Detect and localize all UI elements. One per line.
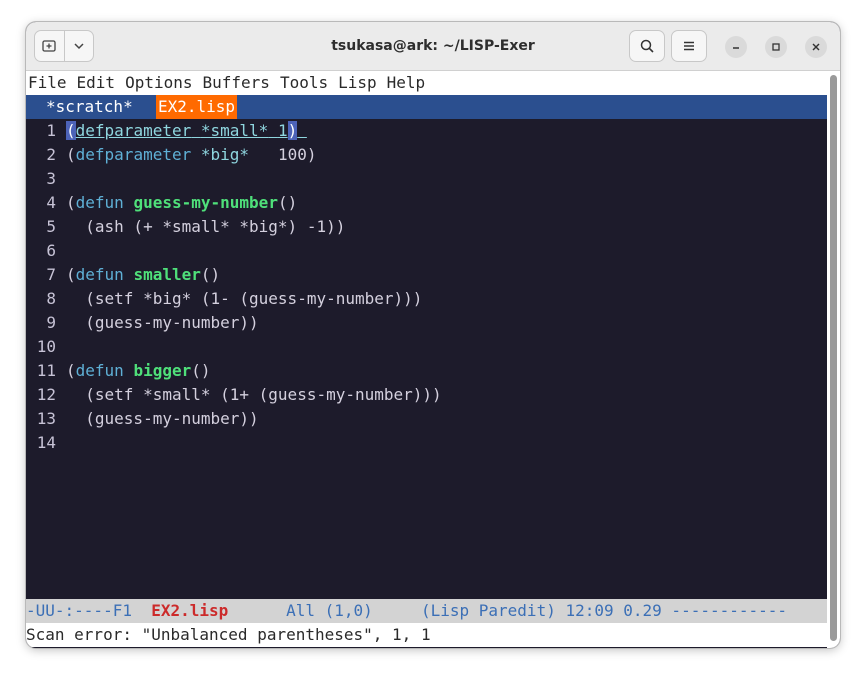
- line-number: 9: [46, 313, 56, 332]
- keyword: defparameter: [75, 121, 192, 140]
- line-number: 12: [36, 385, 56, 404]
- menu-file[interactable]: File: [26, 73, 77, 92]
- code-line: 10: [26, 335, 827, 359]
- mode-line-modes[interactable]: (Lisp Paredit) 12:09 0.29: [421, 601, 662, 620]
- keyword: defun: [75, 265, 124, 284]
- terminal-window: tsukasa@ark: ~/LISP-Exer File Edit Optio…: [26, 22, 840, 648]
- code-line: 3: [26, 167, 827, 191]
- tab-bar: *scratch* EX2.lisp: [26, 95, 827, 119]
- maximize-button[interactable]: [765, 36, 787, 58]
- code-editor[interactable]: 1 (defparameter *small* 1) 2 (defparameter…: [26, 119, 827, 455]
- line-number: 5: [46, 217, 56, 236]
- scrollbar[interactable]: [827, 71, 840, 648]
- code-line: 7 (defun smaller(): [26, 263, 827, 287]
- line-number: 2: [46, 145, 56, 164]
- emacs-frame: File Edit Options Buffers Tools Lisp Help *scr…: [26, 71, 827, 648]
- mode-line-position: All (1,0): [286, 601, 373, 620]
- close-button[interactable]: [805, 36, 827, 58]
- minimize-icon: [733, 47, 739, 49]
- line-number: 4: [46, 193, 56, 212]
- code-text: (setf *small* (1+ (guess-my-number))): [66, 385, 442, 404]
- search-button[interactable]: [629, 30, 665, 62]
- mode-line-status: -UU-:----F1: [26, 601, 152, 620]
- line-number: 7: [46, 265, 56, 284]
- number: 100: [277, 145, 307, 164]
- function-name: bigger: [133, 361, 192, 380]
- mode-line-buffer-name[interactable]: EX2.lisp: [151, 601, 228, 620]
- variable: *big*: [200, 145, 250, 164]
- code-line: 11 (defun bigger(): [26, 359, 827, 383]
- line-number: 13: [36, 409, 56, 428]
- code-line: 14: [26, 431, 827, 455]
- menu-lisp[interactable]: Lisp: [338, 73, 387, 92]
- menu-bar: File Edit Options Buffers Tools Lisp Help: [26, 71, 827, 95]
- window-title: tsukasa@ark: ~/LISP-Exer: [331, 38, 535, 54]
- keyword: defun: [75, 193, 124, 212]
- tab-scratch[interactable]: *scratch*: [46, 95, 133, 119]
- hamburger-icon: [684, 41, 694, 51]
- code-line: 5 (ash (+ *small* *big*) -1)): [26, 215, 827, 239]
- menu-buffers[interactable]: Buffers: [203, 73, 280, 92]
- search-icon: [640, 39, 654, 53]
- title-bar: tsukasa@ark: ~/LISP-Exer: [26, 22, 840, 71]
- code-text: (guess-my-number)): [66, 409, 259, 428]
- function-name: smaller: [133, 265, 201, 284]
- menu-edit[interactable]: Edit: [77, 73, 126, 92]
- menu-tools[interactable]: Tools: [280, 73, 338, 92]
- code-line: 9 (guess-my-number)): [26, 311, 827, 335]
- line-number: 10: [36, 337, 56, 356]
- menu-help[interactable]: Help: [387, 73, 436, 92]
- line-number: 6: [46, 241, 56, 260]
- hamburger-menu-button[interactable]: [671, 30, 707, 62]
- line-number: 11: [36, 361, 56, 380]
- line-number: 14: [36, 433, 56, 452]
- minibuffer: Scan error: "Unbalanced parentheses", 1,…: [26, 623, 827, 647]
- line-number: 3: [46, 169, 56, 188]
- code-line: 4 (defun guess-my-number(): [26, 191, 827, 215]
- mode-line-fill: ------------: [661, 601, 788, 620]
- code-line: 1 (defparameter *small* 1): [26, 119, 827, 143]
- code-text: (guess-my-number)): [66, 313, 259, 332]
- number: 1: [277, 121, 288, 140]
- code-text: (setf *big* (1- (guess-my-number))): [66, 289, 423, 308]
- close-icon: [812, 43, 820, 51]
- scrollbar-thumb[interactable]: [830, 75, 837, 641]
- cursor-paren: (: [66, 121, 76, 140]
- code-text: (ash (+ *small* *big*) -1)): [66, 217, 346, 236]
- function-name: guess-my-number: [133, 193, 278, 212]
- code-line: 8 (setf *big* (1- (guess-my-number))): [26, 287, 827, 311]
- line-number: 1: [46, 121, 56, 140]
- code-line: 13 (guess-my-number)): [26, 407, 827, 431]
- code-line: 6: [26, 239, 827, 263]
- line-number: 8: [46, 289, 56, 308]
- keyword: defparameter: [75, 145, 192, 164]
- minimize-button[interactable]: [725, 36, 747, 58]
- keyword: defun: [75, 361, 124, 380]
- mode-line: -UU-:----F1 EX2.lisp All (1,0) (Lisp Par…: [26, 599, 827, 623]
- tab-ex2-lisp[interactable]: EX2.lisp: [156, 95, 238, 119]
- matching-paren: ): [287, 121, 298, 140]
- maximize-icon: [772, 43, 780, 51]
- variable: *small*: [200, 121, 269, 140]
- menu-options[interactable]: Options: [125, 73, 202, 92]
- code-line: 12 (setf *small* (1+ (guess-my-number))): [26, 383, 827, 407]
- code-line: 2 (defparameter *big* 100): [26, 143, 827, 167]
